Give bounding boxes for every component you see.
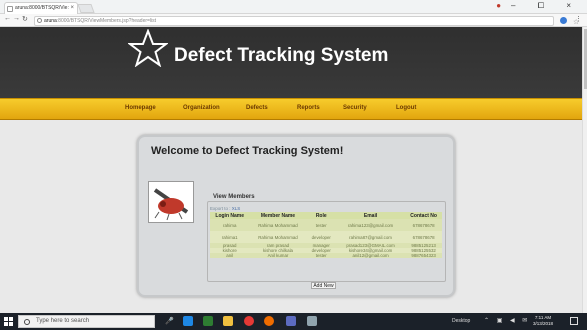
star-logo-icon [128, 29, 168, 67]
column-header[interactable]: Role [306, 212, 336, 219]
cell-member-name: Rahima Mohammad [249, 219, 307, 231]
bug-icon [153, 188, 189, 221]
members-table: Login Name Member Name Role Email Contac… [210, 212, 442, 258]
new-tab-button[interactable] [77, 4, 95, 13]
search-icon [24, 319, 30, 325]
nav-security[interactable]: Security [343, 105, 367, 111]
table-row[interactable]: rahima1 Rahima Mohammad developer rahima… [210, 231, 442, 243]
cell-login: rahima [210, 219, 250, 231]
cell-email: anil12@gmail.com [335, 253, 406, 258]
cell-email: rahima87@gmail.com [335, 231, 406, 243]
notifications-icon[interactable] [570, 317, 578, 325]
nav-homepage[interactable]: Homepage [125, 105, 156, 111]
info-icon[interactable] [37, 18, 42, 23]
export-label: Export to : [210, 206, 232, 211]
user-icon[interactable]: ● [496, 1, 511, 10]
export-row: Export to : XLS [210, 206, 240, 211]
column-header[interactable]: Contact No [405, 212, 442, 219]
browser-menu-icon[interactable]: ⋮ [575, 15, 582, 23]
tab-title: aruna:8000/BTSQR/Vie: [15, 5, 69, 11]
main-content: Welcome to Defect Tracking System! View … [0, 120, 582, 313]
store-icon[interactable] [203, 316, 213, 326]
back-icon[interactable]: ← [4, 15, 11, 22]
export-xls-link[interactable]: XLS [232, 206, 241, 211]
browser-tab[interactable]: aruna:8000/BTSQR/Vie: × [4, 2, 78, 14]
forward-icon[interactable]: → [13, 15, 20, 22]
cell-member-name: Rahima Mohammad [249, 231, 307, 243]
nav-logout[interactable]: Logout [396, 105, 416, 111]
url-path: :8000/BTSQR/ViewMembers.jsp?header=list [56, 18, 157, 24]
column-header[interactable]: Login Name [210, 212, 250, 219]
extension-icon[interactable] [560, 17, 567, 24]
table-row[interactable]: rahima Rahima Mohammad tester rahima123@… [210, 219, 442, 231]
taskbar-clock[interactable]: 7:11 AM 3/13/2018 [533, 315, 553, 327]
column-header[interactable]: Member Name [249, 212, 307, 219]
nav-reports[interactable]: Reports [297, 105, 320, 111]
close-tab-icon[interactable]: × [70, 3, 74, 14]
address-bar-row: ← → ↻ aruna:8000/BTSQR/ViewMembers.jsp?h… [0, 14, 587, 27]
nav-defects[interactable]: Defects [246, 105, 268, 111]
cell-email: rahima123@gmail.com [335, 219, 406, 231]
table-header-row: Login Name Member Name Role Email Contac… [210, 212, 442, 219]
welcome-heading: Welcome to Defect Tracking System! [151, 145, 344, 157]
taskbar-search-placeholder: Type here to search [36, 318, 90, 324]
column-header[interactable]: Email [335, 212, 406, 219]
windows-taskbar: Type here to search 🎤 Desktop ⌃ ▣ ◀ ✉ 7:… [0, 313, 587, 330]
table-row[interactable]: anil Anil kumar tester anil12@gmail.com … [210, 253, 442, 258]
nav-organization[interactable]: Organization [183, 105, 220, 111]
reload-icon[interactable]: ↻ [22, 15, 28, 23]
system-tray-icons[interactable]: ⌃ ▣ ◀ ✉ [484, 317, 530, 324]
cell-login: rahima1 [210, 231, 250, 243]
windows-start-icon[interactable] [4, 317, 13, 326]
app-icon[interactable] [286, 316, 296, 326]
cell-contact: 9887654323 [405, 253, 442, 258]
chrome-icon[interactable] [244, 316, 254, 326]
file-explorer-icon[interactable] [223, 316, 233, 326]
cell-role: developer [306, 231, 336, 243]
cell-contact: 678678678 [405, 219, 442, 231]
browser-tab-strip: aruna:8000/BTSQR/Vie: × ●– ⧠ × [0, 0, 587, 14]
cell-member-name: Anil kumar [249, 253, 307, 258]
url-field[interactable]: aruna:8000/BTSQR/ViewMembers.jsp?header=… [34, 16, 579, 26]
window-controls[interactable]: ●– ⧠ × [496, 1, 581, 11]
firefox-icon[interactable] [264, 316, 274, 326]
clock-date: 3/13/2018 [533, 321, 554, 326]
cell-contact: 678678678 [405, 231, 442, 243]
taskbar-search-input[interactable]: Type here to search [18, 315, 155, 328]
url-host: aruna [44, 18, 57, 24]
page-scrollbar[interactable] [582, 27, 587, 313]
window-app-icon[interactable] [307, 316, 317, 326]
site-header: Defect Tracking System [0, 27, 582, 98]
welcome-panel: Welcome to Defect Tracking System! View … [137, 135, 455, 297]
add-new-button[interactable]: Add New [311, 282, 336, 289]
cell-role: tester [306, 253, 336, 258]
view-members-legend: View Members [211, 194, 257, 200]
cell-role: tester [306, 219, 336, 231]
site-title: Defect Tracking System [174, 45, 389, 66]
bug-logo-icon [148, 181, 194, 223]
desktop-label[interactable]: Desktop [452, 318, 470, 324]
microphone-icon[interactable]: 🎤 [165, 317, 174, 325]
cell-login: anil [210, 253, 250, 258]
page-icon [7, 6, 13, 12]
main-nav: Homepage Organization Defects Reports Se… [0, 98, 582, 120]
edge-icon[interactable] [183, 316, 193, 326]
